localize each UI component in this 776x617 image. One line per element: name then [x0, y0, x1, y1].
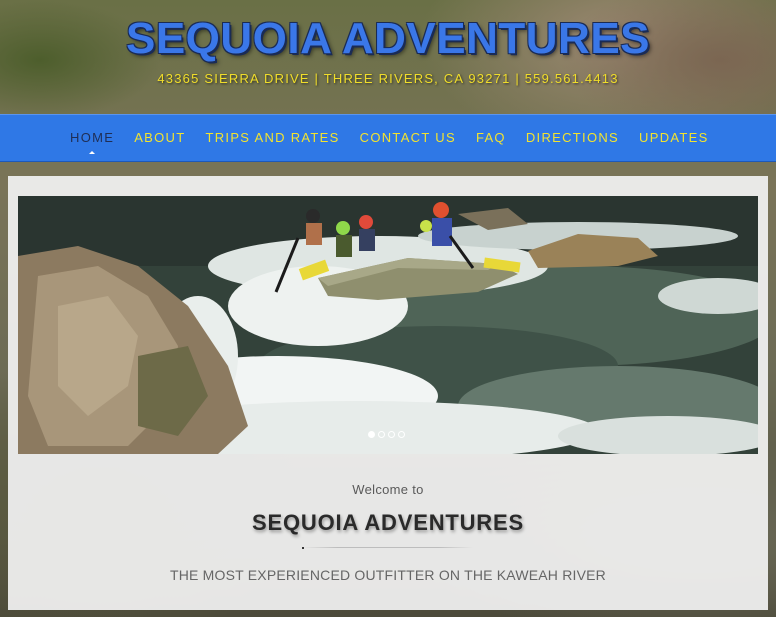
nav-item-label: DIRECTIONS — [525, 130, 620, 145]
welcome-heading: SEQUOIA ADVENTURES — [252, 510, 524, 535]
hero-rafting-image — [18, 196, 758, 454]
nav-item-label: FAQ — [475, 130, 506, 145]
nav-item-label: HOME — [70, 130, 115, 145]
site-title[interactable]: SEQUOIA ADVENTURES — [0, 14, 776, 64]
nav-item-directions[interactable]: DIRECTIONS — [516, 115, 629, 163]
slider-dots — [368, 431, 405, 438]
divider-dot — [302, 547, 304, 549]
nav-menu: HOME ABOUT TRIPS AND RATES CONTACT US FA… — [60, 115, 719, 163]
nav-item-label: ABOUT — [134, 130, 186, 145]
active-caret-icon — [89, 151, 96, 154]
divider-line — [303, 547, 473, 548]
nav-item-updates[interactable]: UPDATES — [629, 115, 719, 163]
tagline: THE MOST EXPERIENCED OUTFITTER ON THE KA… — [169, 567, 606, 583]
nav-item-label: CONTACT US — [359, 130, 456, 145]
slider-dot-1[interactable] — [368, 431, 375, 438]
welcome-pretitle: Welcome to — [352, 482, 424, 497]
site-header: SEQUOIA ADVENTURES 43365 SIERRA DRIVE | … — [0, 0, 776, 114]
nav-item-trips-and-rates[interactable]: TRIPS AND RATES — [196, 115, 350, 163]
slider-dot-3[interactable] — [388, 431, 395, 438]
nav-item-faq[interactable]: FAQ — [466, 115, 516, 163]
slider-dot-4[interactable] — [398, 431, 405, 438]
nav-item-label: TRIPS AND RATES — [205, 130, 340, 145]
site-address: 43365 SIERRA DRIVE | THREE RIVERS, CA 93… — [157, 71, 619, 86]
nav-item-contact-us[interactable]: CONTACT US — [350, 115, 466, 163]
hero-slider[interactable] — [18, 196, 758, 454]
slider-dot-2[interactable] — [378, 431, 385, 438]
main-navbar: HOME ABOUT TRIPS AND RATES CONTACT US FA… — [0, 114, 776, 162]
main-content-panel: Welcome to SEQUOIA ADVENTURES THE MOST E… — [8, 176, 768, 610]
nav-item-home[interactable]: HOME — [60, 115, 124, 163]
nav-item-about[interactable]: ABOUT — [124, 115, 195, 163]
nav-item-label: UPDATES — [639, 130, 709, 145]
